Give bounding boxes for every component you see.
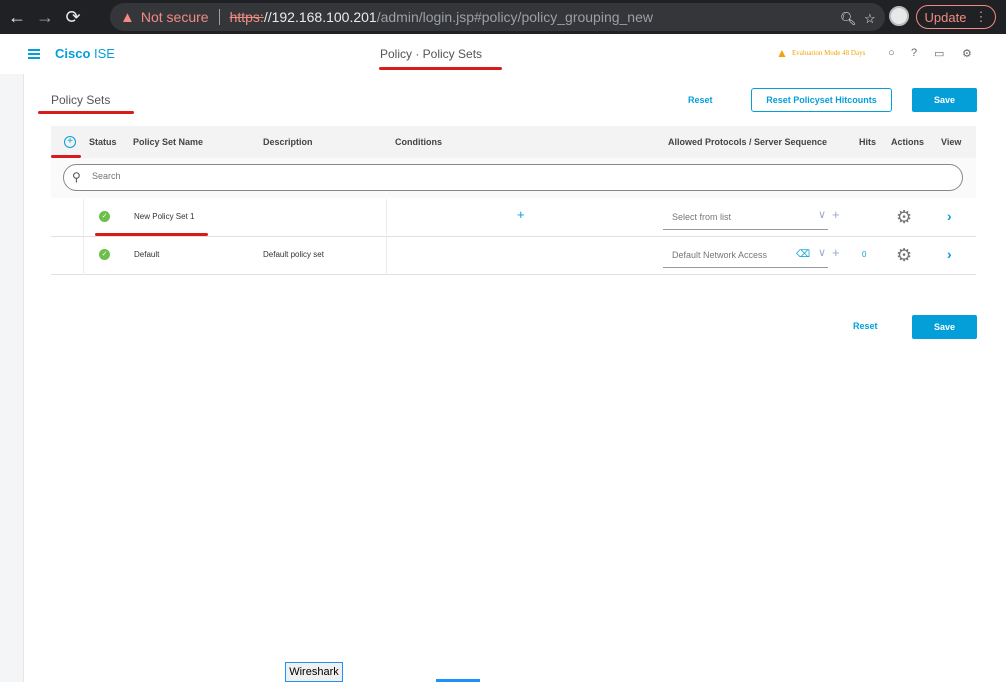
status-enabled-icon[interactable]: ✓ — [99, 249, 110, 260]
policy-set-description: Default policy set — [263, 250, 324, 259]
table-header: + Status Policy Set Name Description Con… — [51, 126, 976, 158]
dashboard-icon[interactable]: ▭ — [934, 47, 944, 60]
url-host: //192.168.100.201 — [263, 9, 377, 25]
column-header-view: View — [941, 137, 962, 147]
add-condition-icon[interactable]: + — [517, 207, 525, 222]
evaluation-mode-label[interactable]: Evaluation Mode 48 Days — [792, 49, 865, 57]
reload-icon[interactable]: ⟳ — [62, 6, 84, 28]
hits-count: 0 — [862, 250, 867, 259]
search-row: ⚲ — [51, 158, 976, 198]
help-icon[interactable]: ? — [911, 47, 917, 59]
brand-logo: Cisco ISE — [55, 46, 115, 61]
search-input[interactable] — [92, 171, 942, 181]
search-icon[interactable]: ○ — [888, 47, 895, 59]
column-header-conditions[interactable]: Conditions — [395, 137, 442, 147]
forward-icon[interactable]: → — [34, 6, 56, 28]
column-header-actions: Actions — [891, 137, 925, 147]
update-button[interactable]: Update ⋮ — [916, 5, 996, 29]
browser-toolbar: ← → ⟳ ▲ Not secure https://192.168.100.2… — [0, 0, 1006, 34]
annotation-underline — [38, 111, 134, 114]
wireshark-taskbar-item[interactable]: Wireshark — [285, 662, 343, 682]
add-policy-set-icon[interactable]: + — [64, 136, 76, 148]
reset-button[interactable]: Reset — [688, 95, 713, 105]
warning-icon: ▲ — [120, 8, 135, 26]
bookmark-star-icon[interactable]: ☆ — [864, 11, 876, 27]
reset-hitcounts-button[interactable]: Reset Policyset Hitcounts — [751, 88, 892, 112]
evaluation-warning-icon: ▲ — [776, 46, 788, 60]
view-chevron-icon[interactable]: › — [947, 208, 952, 224]
table-row: ✓ Default Default policy set Default Net… — [51, 237, 976, 275]
add-protocol-icon[interactable]: + — [832, 245, 840, 260]
left-gutter — [0, 74, 24, 682]
menu-icon[interactable] — [28, 49, 40, 59]
column-header-status[interactable]: Status — [89, 137, 117, 147]
url-scheme: https: — [229, 9, 264, 25]
url-path: /admin/login.jsp#policy/policy_grouping_… — [376, 9, 653, 25]
page-title: Policy · Policy Sets — [380, 47, 483, 61]
not-secure-label: Not secure — [140, 9, 209, 25]
footer-save-button[interactable]: Save — [912, 315, 977, 339]
clear-icon[interactable]: ⌫ — [796, 249, 810, 260]
settings-gear-icon[interactable]: ⚙ — [962, 47, 972, 60]
add-protocol-icon[interactable]: + — [832, 207, 840, 222]
allowed-protocols-select[interactable]: Default Network Access ⌫ ∨ — [663, 242, 828, 268]
actions-gear-icon[interactable]: ⚙ — [896, 207, 912, 227]
chevron-down-icon: ∨ — [818, 209, 827, 221]
ise-header: Cisco ISE Policy · Policy Sets ▲ Evaluat… — [0, 34, 1006, 74]
view-chevron-icon[interactable]: › — [947, 246, 952, 262]
column-header-protocols[interactable]: Allowed Protocols / Server Sequence — [668, 137, 827, 147]
profile-avatar[interactable] — [889, 6, 909, 26]
policy-set-name[interactable]: New Policy Set 1 — [134, 212, 194, 221]
address-bar[interactable]: ▲ Not secure https://192.168.100.201/adm… — [110, 3, 885, 31]
zoom-icon[interactable]: 🔍︎ — [840, 11, 857, 27]
table-row: ✓ New Policy Set 1 + Select from list ∨ … — [51, 199, 976, 237]
search-box: ⚲ — [63, 164, 963, 191]
back-icon[interactable]: ← — [6, 6, 28, 28]
chevron-down-icon: ∨ — [818, 247, 827, 259]
actions-gear-icon[interactable]: ⚙ — [896, 245, 912, 265]
more-vert-icon: ⋮ — [974, 9, 988, 24]
section-title: Policy Sets — [51, 93, 111, 107]
save-button[interactable]: Save — [912, 88, 977, 112]
search-icon: ⚲ — [72, 170, 81, 184]
annotation-underline — [379, 67, 502, 70]
footer-reset-button[interactable]: Reset — [853, 321, 878, 331]
policy-set-name: Default — [134, 250, 160, 259]
column-header-description[interactable]: Description — [263, 137, 313, 147]
annotation-underline — [95, 233, 208, 236]
status-enabled-icon[interactable]: ✓ — [99, 211, 110, 222]
column-header-hits[interactable]: Hits — [859, 137, 876, 147]
column-header-name[interactable]: Policy Set Name — [133, 137, 203, 147]
allowed-protocols-select[interactable]: Select from list ∨ — [663, 204, 828, 230]
